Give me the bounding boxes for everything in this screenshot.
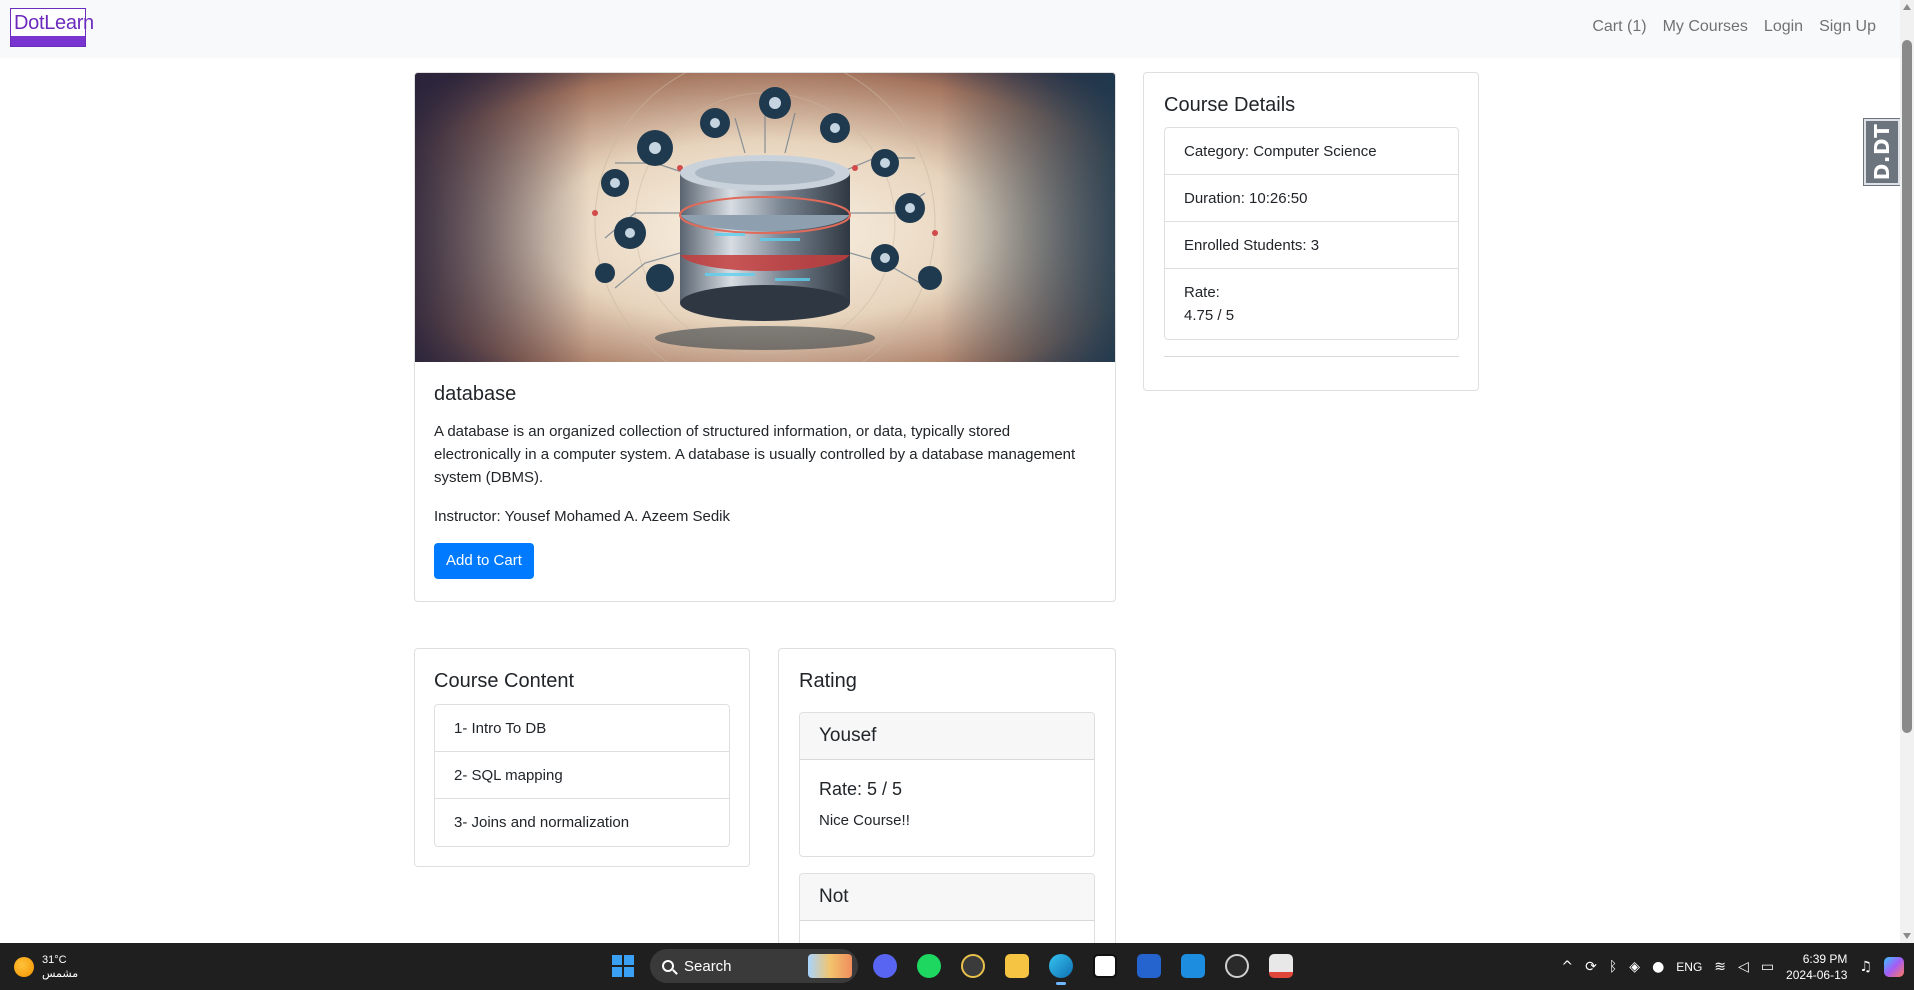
course-title: database	[434, 383, 517, 405]
detail-duration: Duration: 10:26:50	[1165, 175, 1458, 222]
content-item[interactable]: 3- Joins and normalization	[435, 799, 729, 846]
detail-rate: Rate: 4.75 / 5	[1165, 269, 1458, 339]
course-details-list: Category: Computer Science Duration: 10:…	[1164, 127, 1459, 340]
weather-condition: مشمس	[42, 968, 79, 980]
devtools-badge-label: D.DT	[1870, 123, 1895, 181]
course-image	[415, 73, 1115, 362]
chrome-dev-icon[interactable]	[956, 949, 990, 983]
course-card: database A database is an organized coll…	[414, 72, 1116, 602]
review-rate: Rate: 5 / 5	[819, 779, 903, 799]
sync-icon[interactable]: ⟳	[1585, 959, 1597, 975]
clock-date: 2024-06-13	[1786, 967, 1848, 982]
scroll-down-arrow-icon[interactable]	[1903, 933, 1911, 939]
notion-icon[interactable]	[1088, 949, 1122, 983]
taskbar-search-label: Search	[684, 957, 732, 975]
course-description: A database is an organized collection of…	[434, 423, 1076, 486]
vscode-icon[interactable]	[1176, 949, 1210, 983]
microphone-icon[interactable]: ●	[1652, 959, 1664, 975]
file-explorer-icon[interactable]	[1000, 949, 1034, 983]
details-divider	[1164, 356, 1459, 357]
clock-time: 6:39 PM	[1802, 951, 1848, 966]
nav-link-login[interactable]: Login	[1764, 18, 1803, 36]
review-comment: Nice Course!!	[819, 812, 910, 829]
obs-icon[interactable]	[1220, 949, 1254, 983]
notification-bell-icon[interactable]: ♫	[1859, 959, 1872, 975]
battery-icon[interactable]: ▭	[1761, 959, 1774, 975]
database-illustration	[415, 73, 1115, 362]
brand-underline	[11, 36, 85, 46]
snipping-tool-icon[interactable]	[1264, 949, 1298, 983]
taskbar: 31°C مشمس Search ^ ⟳ ᛒ ◈ ● ENG ≋ ◁ ▭ 6:3…	[0, 943, 1914, 990]
review-author: Not	[800, 874, 1094, 921]
course-details-title: Course Details	[1164, 94, 1296, 116]
nav-links: Cart (1) My Courses Login Sign Up	[1592, 18, 1876, 36]
review-card: Yousef Rate: 5 / 5 Nice Course!!	[799, 712, 1095, 857]
review-author: Yousef	[800, 713, 1094, 760]
taskbar-search[interactable]: Search	[650, 949, 858, 983]
content-item[interactable]: 1- Intro To DB	[435, 705, 729, 752]
weather-text: 31°C مشمس	[42, 953, 78, 981]
content-item[interactable]: 2- SQL mapping	[435, 752, 729, 799]
course-body: database A database is an organized coll…	[434, 383, 1096, 579]
bluetooth-icon[interactable]: ᛒ	[1609, 959, 1617, 975]
review-body: Rate: 5 / 5 Nice Course!!	[800, 760, 1094, 829]
add-to-cart-button[interactable]: Add to Cart	[434, 543, 534, 579]
course-content-list: 1- Intro To DB 2- SQL mapping 3- Joins a…	[434, 704, 730, 847]
search-highlight-image	[808, 954, 852, 978]
weather-temperature: 31°C	[42, 954, 67, 966]
sunny-weather-icon	[14, 957, 34, 977]
detail-rate-label: Rate:	[1184, 284, 1220, 301]
copilot-icon[interactable]	[1884, 956, 1904, 977]
navbar: DotLearn Cart (1) My Courses Login Sign …	[0, 0, 1900, 58]
brand-logo[interactable]: DotLearn	[10, 8, 94, 47]
detail-rate-value: 4.75 / 5	[1184, 307, 1235, 324]
course-content-title: Course Content	[434, 670, 575, 692]
defender-shield-icon[interactable]: ◈	[1629, 959, 1640, 975]
detail-enrolled: Enrolled Students: 3	[1165, 222, 1458, 269]
todo-icon[interactable]	[1132, 949, 1166, 983]
wifi-icon[interactable]: ≋	[1714, 959, 1726, 975]
start-icon[interactable]	[606, 949, 640, 983]
course-instructor: Instructor: Yousef Mohamed A. Azeem Sedi…	[434, 508, 731, 525]
system-tray: ^ ⟳ ᛒ ◈ ● ENG ≋ ◁ ▭ 6:39 PM 2024-06-13 ♫	[1561, 943, 1904, 990]
course-details-card: Course Details Category: Computer Scienc…	[1143, 72, 1479, 391]
nav-link-cart[interactable]: Cart (1)	[1592, 18, 1646, 36]
devtools-side-badge[interactable]: D.DT	[1863, 118, 1901, 186]
taskbar-apps: Search	[606, 949, 1298, 985]
weather-widget[interactable]: 31°C مشمس	[14, 953, 78, 981]
chevron-up-icon[interactable]: ^	[1561, 959, 1573, 975]
edge-icon[interactable]	[1044, 949, 1078, 985]
clock[interactable]: 6:39 PM 2024-06-13	[1786, 951, 1847, 983]
scroll-up-arrow-icon[interactable]	[1903, 4, 1911, 10]
language-indicator[interactable]: ENG	[1676, 960, 1702, 974]
vertical-scrollbar[interactable]	[1900, 0, 1914, 943]
search-icon	[662, 960, 674, 972]
nav-link-my-courses[interactable]: My Courses	[1663, 18, 1748, 36]
course-content-card: Course Content 1- Intro To DB 2- SQL map…	[414, 648, 750, 867]
discord-icon[interactable]	[868, 949, 902, 983]
scrollbar-thumb[interactable]	[1902, 40, 1912, 733]
nav-link-sign-up[interactable]: Sign Up	[1819, 18, 1876, 36]
brand-name: DotLearn	[14, 12, 94, 34]
volume-icon[interactable]: ◁	[1738, 959, 1749, 975]
spotify-icon[interactable]	[912, 949, 946, 983]
detail-category: Category: Computer Science	[1165, 128, 1458, 175]
rating-title: Rating	[799, 670, 857, 692]
rating-card: Rating Yousef Rate: 5 / 5 Nice Course!! …	[778, 648, 1116, 968]
